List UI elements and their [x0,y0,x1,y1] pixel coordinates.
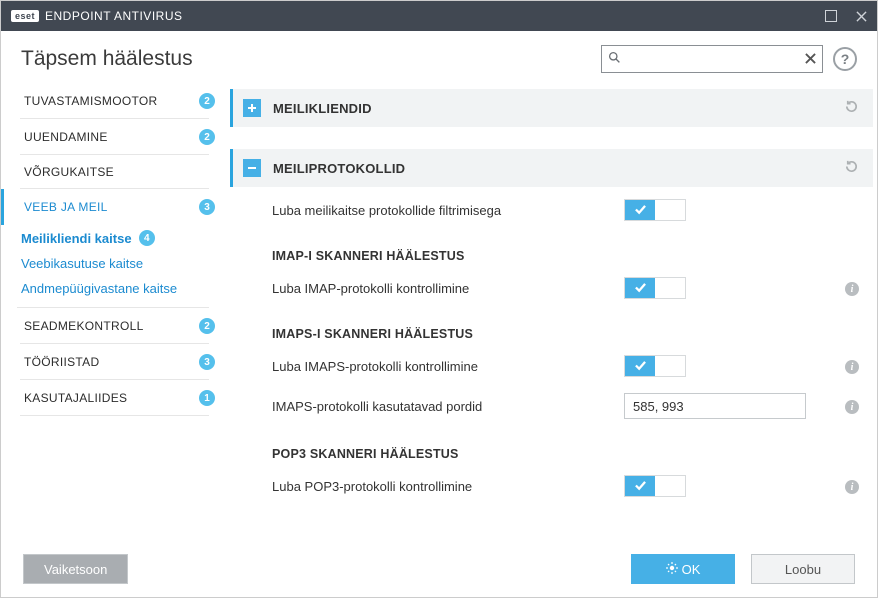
info-icon[interactable]: i [845,282,859,296]
row-imaps-ports: IMAPS-protokolli kasutatavad pordid i [272,385,859,427]
row-label: Luba IMAP-protokolli kontrollimine [272,281,624,296]
help-button[interactable]: ? [833,47,857,71]
row-pop3-enable: Luba POP3-protokolli kontrollimine i [272,467,859,505]
sidebar-badge: 3 [199,199,215,215]
clear-search-icon[interactable] [805,52,816,67]
row-enable-mail-filter: Luba meilikaitse protokollide filtrimise… [272,191,859,229]
info-icon[interactable]: i [845,360,859,374]
sidebar-sub-label: Veebikasutuse kaitse [21,256,143,271]
reset-icon[interactable] [844,159,859,177]
sidebar-badge: 1 [199,390,215,406]
reset-icon[interactable] [844,99,859,117]
content-pane: MEILIKLIENDID MEILIPROTOKOLLID Luba meil… [229,83,877,541]
subheader-imaps: IMAPS-I SKANNERI HÄÄLESTUS [272,307,859,347]
row-label: IMAPS-protokolli kasutatavad pordid [272,399,624,414]
product-name: ENDPOINT ANTIVIRUS [45,9,182,23]
brand: eset ENDPOINT ANTIVIRUS [11,9,182,23]
sidebar-item-tools[interactable]: TÖÖRIISTAD 3 [1,344,229,380]
window-close-icon[interactable] [855,10,867,22]
sidebar-label: VEEB JA MEIL [24,200,108,214]
ok-button[interactable]: OK [631,554,735,584]
row-label: Luba POP3-protokolli kontrollimine [272,479,624,494]
sidebar-label: TÖÖRIISTAD [24,355,99,369]
search-icon [608,51,621,67]
info-icon[interactable]: i [845,480,859,494]
brand-badge: eset [11,10,39,22]
sidebar: TUVASTAMISMOOTOR 2 UUENDAMINE 2 VÕRGUKAI… [1,83,229,541]
window-maximize-icon[interactable] [825,10,837,22]
apply-icon [666,562,682,577]
row-label: Luba IMAPS-protokolli kontrollimine [272,359,624,374]
section-header-mailclients[interactable]: MEILIKLIENDID [230,89,873,127]
footer: Vaiketsoon OK Loobu [1,541,877,597]
input-imaps-ports[interactable] [624,393,806,419]
toggle-pop3-enable[interactable] [624,475,686,497]
info-icon[interactable]: i [845,400,859,414]
sidebar-item-device-control[interactable]: SEADMEKONTROLL 2 [1,308,229,344]
sidebar-item-network[interactable]: VÕRGUKAITSE [1,155,229,189]
button-label: Loobu [785,562,821,577]
header: Täpsem häälestus ? [1,31,877,83]
page-title: Täpsem häälestus [21,47,193,71]
check-icon [634,203,647,218]
check-icon [634,281,647,296]
sidebar-sub-mailclient[interactable]: Meilikliendi kaitse 4 [1,225,229,251]
sidebar-label: SEADMEKONTROLL [24,319,144,333]
sidebar-item-ui[interactable]: KASUTAJALIIDES 1 [1,380,229,416]
expand-icon[interactable] [243,99,261,117]
row-label: Luba meilikaitse protokollide filtrimise… [272,203,624,218]
titlebar: eset ENDPOINT ANTIVIRUS [1,1,877,31]
row-imap-enable: Luba IMAP-protokolli kontrollimine i [272,269,859,307]
sidebar-item-web-mail[interactable]: VEEB JA MEIL 3 [1,189,229,225]
check-icon [634,359,647,374]
sidebar-sub-label: Meilikliendi kaitse [21,231,132,246]
toggle-imap-enable[interactable] [624,277,686,299]
sidebar-label: KASUTAJALIIDES [24,391,127,405]
subheader-imap: IMAP-I SKANNERI HÄÄLESTUS [272,229,859,269]
section-header-mailprotocols[interactable]: MEILIPROTOKOLLID [230,149,873,187]
sidebar-label: UUENDAMINE [24,130,108,144]
sidebar-sub-antiphishing[interactable]: Andmepüügivastane kaitse [1,276,229,308]
sidebar-sub-label: Andmepüügivastane kaitse [21,281,177,296]
cancel-button[interactable]: Loobu [751,554,855,584]
sidebar-badge: 2 [199,129,215,145]
row-imaps-enable: Luba IMAPS-protokolli kontrollimine i [272,347,859,385]
sidebar-badge: 2 [199,93,215,109]
sidebar-label: VÕRGUKAITSE [24,165,114,179]
sidebar-item-update[interactable]: UUENDAMINE 2 [1,119,229,155]
button-label: OK [682,562,701,577]
search-input[interactable] [621,52,805,67]
sidebar-item-detection-engine[interactable]: TUVASTAMISMOOTOR 2 [1,83,229,119]
button-label: Vaiketsoon [44,562,107,577]
section-title: MEILIPROTOKOLLID [273,161,405,176]
sidebar-badge: 3 [199,354,215,370]
collapse-icon[interactable] [243,159,261,177]
section-title: MEILIKLIENDID [273,101,372,116]
sidebar-badge: 2 [199,318,215,334]
subheader-pop3: POP3 SKANNERI HÄÄLESTUS [272,427,859,467]
check-icon [634,479,647,494]
sidebar-sub-webaccess[interactable]: Veebikasutuse kaitse [1,251,229,276]
toggle-imaps-enable[interactable] [624,355,686,377]
defaults-button[interactable]: Vaiketsoon [23,554,128,584]
sidebar-label: TUVASTAMISMOOTOR [24,94,157,108]
search-box[interactable] [601,45,823,73]
sidebar-badge: 4 [139,230,155,246]
toggle-enable-mail-filter[interactable] [624,199,686,221]
section-body-mailprotocols: Luba meilikaitse protokollide filtrimise… [230,187,873,523]
